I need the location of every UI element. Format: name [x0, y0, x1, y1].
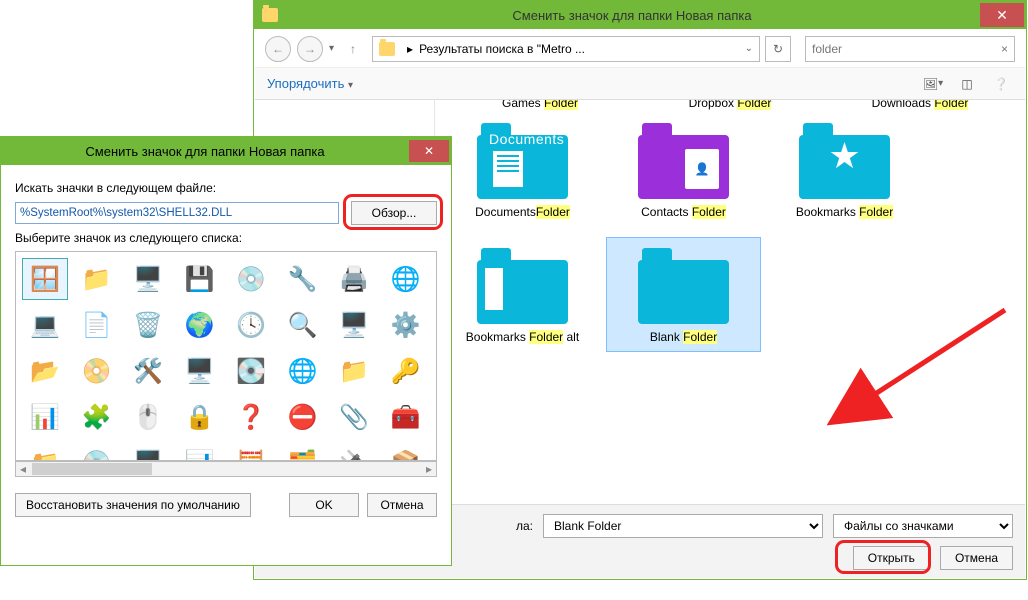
h-scrollbar[interactable]: ◂ ▸	[15, 461, 437, 477]
icon-option[interactable]: 📦	[383, 442, 429, 461]
icon-option[interactable]: 📀	[74, 350, 120, 392]
cancel-button[interactable]: Отмена	[940, 546, 1013, 570]
icon-option[interactable]: 🖨️	[331, 258, 377, 300]
list-item-label: Dropbox Folder	[653, 100, 808, 110]
command-toolbar: Упорядочить ▾ 🖼 ▾ ◫ ❔	[255, 68, 1025, 100]
close-button[interactable]: ✕	[409, 140, 449, 162]
icon-option[interactable]: 🔧	[280, 258, 326, 300]
icon-option[interactable]: 📄	[74, 304, 120, 346]
refresh-button[interactable]: ↻	[765, 36, 791, 62]
list-item[interactable]: Blank Folder	[606, 237, 761, 352]
close-button[interactable]: ✕	[980, 3, 1024, 27]
icon-option[interactable]: 💿	[228, 258, 274, 300]
icon-option[interactable]: 🌐	[383, 258, 429, 300]
folder-icon	[379, 42, 395, 56]
list-item-label: Contacts Folder	[613, 205, 754, 220]
preview-pane-toggle[interactable]: ◫	[955, 73, 979, 95]
icon-option[interactable]: 🔒	[177, 396, 223, 438]
list-item-label: DocumentsFolder	[452, 205, 593, 220]
window-title: Сменить значок для папки Новая папка	[284, 8, 980, 23]
folder-icon	[262, 8, 278, 22]
breadcrumb-sep: ▸	[407, 42, 413, 56]
up-button[interactable]: ↑	[340, 36, 366, 62]
open-button[interactable]: Открыть	[853, 546, 930, 570]
icon-option[interactable]: 🖥️	[125, 258, 171, 300]
icon-option[interactable]: 💽	[228, 350, 274, 392]
icon-option[interactable]: 🌍	[177, 304, 223, 346]
change-icon-dialog: Сменить значок для папки Новая папка ✕ И…	[0, 136, 452, 566]
path-input[interactable]	[15, 202, 339, 224]
icon-option[interactable]: 📁	[22, 442, 68, 461]
browse-button[interactable]: Обзор...	[351, 201, 437, 225]
list-item-label: Bookmarks Folder	[774, 205, 915, 220]
list-item-label: Bookmarks Folder alt	[452, 330, 593, 345]
icon-option[interactable]: 📁	[74, 258, 120, 300]
nav-toolbar: ← → ▾ ↑ ▸ Результаты поиска в "Metro ...…	[255, 30, 1025, 68]
icon-option[interactable]: 💾	[177, 258, 223, 300]
icon-option[interactable]: 📁	[331, 350, 377, 392]
icon-list[interactable]: 🪟📁🖥️💾💿🔧🖨️🌐💻📄🗑️🌍🕓🔍🖥️⚙️📂📀🛠️🖥️💽🌐📁🔑📊🧩🖱️🔒❓⛔📎🧰…	[15, 251, 437, 461]
list-label: Выберите значок из следующего списка:	[15, 231, 437, 245]
search-value: folder	[812, 42, 1001, 56]
icon-option[interactable]: ❓	[228, 396, 274, 438]
ok-button[interactable]: OK	[289, 493, 359, 517]
icon-option[interactable]: 💿	[74, 442, 120, 461]
address-text: Результаты поиска в "Metro ...	[419, 42, 585, 56]
icon-option[interactable]: 🔌	[331, 442, 377, 461]
icon-option[interactable]: 🧰	[383, 396, 429, 438]
list-item[interactable]: Bookmarks Folder alt	[445, 237, 600, 352]
icon-option[interactable]: 🗑️	[125, 304, 171, 346]
icon-option[interactable]: 📊	[22, 396, 68, 438]
icon-option[interactable]: 🌐	[280, 350, 326, 392]
list-item[interactable]: ★Bookmarks Folder	[767, 112, 922, 227]
icon-option[interactable]: 🕓	[228, 304, 274, 346]
list-item-label: Games Folder	[463, 100, 618, 110]
list-item-label: Blank Folder	[613, 330, 754, 345]
file-grid[interactable]: Games Folder Dropbox Folder Downloads Fold…	[435, 100, 1025, 504]
icon-option[interactable]: 🧩	[74, 396, 120, 438]
restore-defaults-button[interactable]: Восстановить значения по умолчанию	[15, 493, 251, 517]
icon-option[interactable]: 🗂️	[280, 442, 326, 461]
icon-option[interactable]: 🧮	[228, 442, 274, 461]
icon-option[interactable]: 📂	[22, 350, 68, 392]
icon-option[interactable]: 🛠️	[125, 350, 171, 392]
scroll-left-icon[interactable]: ◂	[16, 462, 30, 476]
icon-option[interactable]: 🪟	[22, 258, 68, 300]
filetype-combo[interactable]: Файлы со значками	[833, 514, 1013, 538]
icon-option[interactable]: ⛔	[280, 396, 326, 438]
icon-option[interactable]: 🖱️	[125, 396, 171, 438]
icon-option[interactable]: 🔍	[280, 304, 326, 346]
list-item[interactable]: 👤Contacts Folder	[606, 112, 761, 227]
forward-button[interactable]: →	[297, 36, 323, 62]
icon-option[interactable]: 🖥️	[125, 442, 171, 461]
scroll-right-icon[interactable]: ▸	[422, 462, 436, 476]
path-label: Искать значки в следующем файле:	[15, 181, 437, 195]
help-button[interactable]: ❔	[989, 73, 1013, 95]
search-input[interactable]: folder ×	[805, 36, 1015, 62]
organize-menu[interactable]: Упорядочить ▾	[267, 76, 353, 91]
title-bar[interactable]: Сменить значок для папки Новая папка ✕	[1, 137, 451, 165]
view-menu[interactable]: 🖼 ▾	[921, 73, 945, 95]
address-dropdown[interactable]: ⌄	[745, 43, 753, 54]
icon-option[interactable]: ⚙️	[383, 304, 429, 346]
scroll-thumb[interactable]	[32, 463, 152, 475]
icon-option[interactable]: 🖥️	[331, 304, 377, 346]
icon-option[interactable]: 💻	[22, 304, 68, 346]
icon-option[interactable]: 🖥️	[177, 350, 223, 392]
icon-option[interactable]: 📊	[177, 442, 223, 461]
address-bar[interactable]: ▸ Результаты поиска в "Metro ... ⌄	[372, 36, 760, 62]
title-bar[interactable]: Сменить значок для папки Новая папка ✕	[254, 1, 1026, 29]
filename-label: ла:	[516, 519, 533, 533]
list-item-label: Downloads Folder	[843, 100, 998, 110]
cancel-button[interactable]: Отмена	[367, 493, 437, 517]
filename-combo[interactable]: Blank Folder	[543, 514, 823, 538]
dialog-title: Сменить значок для папки Новая папка	[1, 144, 409, 159]
list-item[interactable]: DocumentsDocumentsFolder	[445, 112, 600, 227]
icon-option[interactable]: 📎	[331, 396, 377, 438]
search-clear-icon[interactable]: ×	[1001, 42, 1008, 56]
icon-option[interactable]: 🔑	[383, 350, 429, 392]
history-dropdown[interactable]: ▾	[329, 43, 334, 54]
back-button[interactable]: ←	[265, 36, 291, 62]
